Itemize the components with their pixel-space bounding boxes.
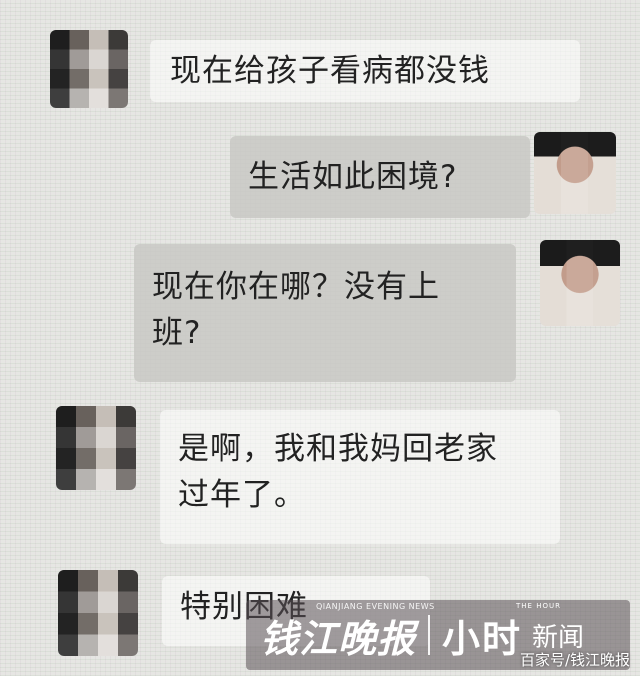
contact-avatar[interactable]	[50, 30, 128, 108]
watermark-paper-name: 钱江晚报	[260, 615, 417, 661]
message-text: 现在给孩子看病都没钱	[170, 53, 490, 89]
message-text-line: 是啊，我和我妈回老家	[178, 431, 498, 467]
watermark-paper-name-en: QIANJIANG EVENING NEWS	[316, 602, 435, 611]
message-bubble-incoming: 现在给孩子看病都没钱	[150, 40, 580, 102]
self-avatar[interactable]	[540, 240, 620, 326]
watermark-brand: 小时	[442, 616, 523, 661]
message-text: 生活如此困境?	[248, 159, 458, 195]
message-text-line: 过年了。	[178, 477, 306, 513]
contact-avatar[interactable]	[58, 570, 138, 656]
message-bubble-incoming: 是啊，我和我妈回老家 过年了。	[160, 410, 560, 544]
contact-avatar[interactable]	[56, 406, 136, 490]
message-text-line: 班?	[152, 315, 202, 351]
watermark-divider	[428, 615, 431, 655]
message-bubble-outgoing: 现在你在哪？没有上 班?	[134, 244, 516, 382]
message-text-line: 现在你在哪？没有上	[152, 269, 440, 305]
watermark-news: 新闻	[532, 622, 585, 653]
source-credit: 百家号/钱江晚报	[519, 651, 630, 669]
self-avatar[interactable]	[534, 132, 616, 214]
watermark-brand-sub: THE HOUR	[516, 602, 561, 610]
message-bubble-outgoing: 生活如此困境?	[230, 136, 530, 218]
